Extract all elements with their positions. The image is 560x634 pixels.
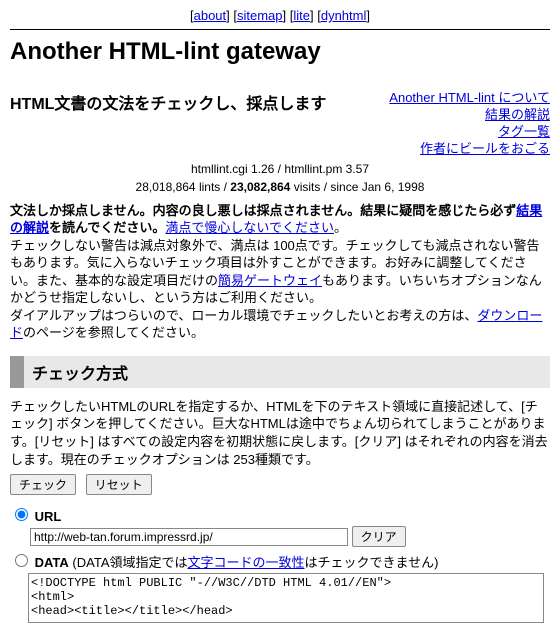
intro-para3: ダイアルアップはつらいので、ローカル環境でチェックしたいとお考えの方は、ダウンロ… (10, 307, 550, 342)
data-textarea[interactable] (28, 573, 544, 623)
visits-count: 23,082,864 (230, 180, 290, 194)
url-row: URL (10, 505, 550, 524)
subtitle: HTML文書の文法をチェックし、採点します (10, 90, 389, 114)
button-row: チェック リセット (10, 474, 550, 495)
link-charset-consistency[interactable]: 文字コードの一致性 (188, 555, 305, 570)
stats-line: 28,018,864 lints / 23,082,864 visits / s… (10, 180, 550, 194)
intro-para1: 文法しか採点しません。内容の良し悪しは採点されません。結果に疑問を感じたら必ず結… (10, 202, 550, 237)
check-description: チェックしたいHTMLのURLを指定するか、HTMLを下のテキスト領域に直接記述… (10, 398, 550, 468)
link-tag-list[interactable]: タグ一覧 (389, 124, 550, 141)
divider (10, 29, 550, 30)
check-button[interactable]: チェック (10, 474, 76, 495)
url-clear-button[interactable]: クリア (352, 526, 406, 547)
reset-button[interactable]: リセット (86, 474, 152, 495)
link-easy-gateway[interactable]: 簡易ゲートウェイ (218, 273, 322, 288)
nav-lite[interactable]: lite (293, 8, 310, 23)
page-title: Another HTML-lint gateway (10, 38, 550, 66)
link-caution[interactable]: 満点で慢心しないでください (165, 220, 334, 235)
data-radio[interactable] (15, 554, 28, 567)
top-nav: [about] [sitemap] [lite] [dynhtml] (10, 8, 550, 23)
lints-count: 28,018,864 (136, 180, 196, 194)
url-radio[interactable] (15, 508, 28, 521)
link-result-explain[interactable]: 結果の解説 (389, 107, 550, 124)
url-label: URL (35, 509, 62, 524)
data-label: DATA (35, 555, 69, 570)
data-row: DATA (DATA領域指定では文字コードの一致性はチェックできません) (10, 551, 550, 571)
link-about-lint[interactable]: Another HTML-lint について (389, 90, 550, 107)
intro-para2: チェックしない警告は減点対象外で、満点は 100点です。チェックしても減点されな… (10, 237, 550, 307)
right-links: Another HTML-lint について 結果の解説 タグ一覧 作者にビール… (389, 90, 550, 158)
nav-dynhtml[interactable]: dynhtml (321, 8, 367, 23)
section-check-method: チェック方式 (10, 356, 550, 388)
nav-about[interactable]: about (194, 8, 227, 23)
url-input[interactable] (30, 528, 348, 546)
link-beer[interactable]: 作者にビールをおごる (389, 141, 550, 158)
version-line: htmllint.cgi 1.26 / htmllint.pm 3.57 (10, 162, 550, 176)
nav-sitemap[interactable]: sitemap (237, 8, 283, 23)
